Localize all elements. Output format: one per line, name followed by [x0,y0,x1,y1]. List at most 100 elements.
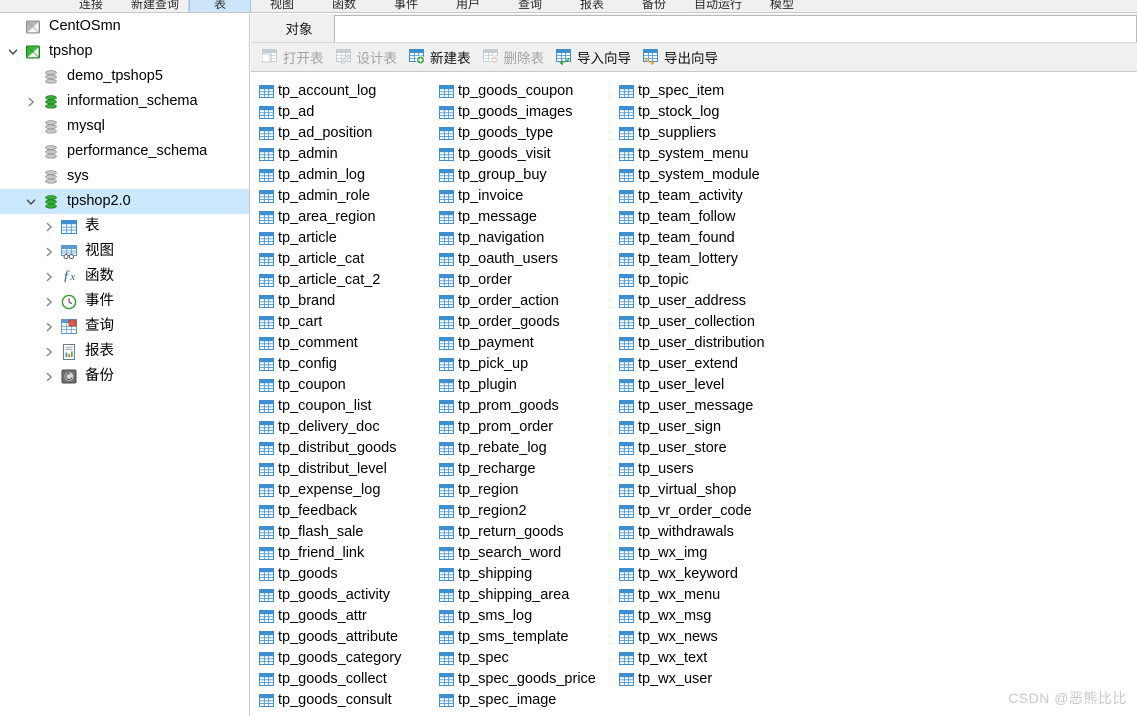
table-list-item[interactable]: tp_article_cat [257,249,437,270]
table-list-item[interactable]: tp_plugin [437,375,617,396]
main-toolbar-item-0[interactable]: 连接 [60,0,122,12]
table-list-item[interactable]: tp_rebate_log [437,438,617,459]
table-list-item[interactable]: tp_account_log [257,81,437,102]
table-list-item[interactable]: tp_system_menu [617,144,797,165]
table-list-item[interactable]: tp_article_cat_2 [257,270,437,291]
tree-item-performance_schema[interactable]: performance_schema [0,139,249,164]
table-list-item[interactable]: tp_ad [257,102,437,123]
table-list-item[interactable]: tp_user_message [617,396,797,417]
tree-item--[interactable]: 事件 [0,289,249,314]
table-list-item[interactable]: tp_user_sign [617,417,797,438]
table-list-item[interactable]: tp_topic [617,270,797,291]
table-list-item[interactable]: tp_invoice [437,186,617,207]
table-list-item[interactable]: tp_team_follow [617,207,797,228]
table-list-item[interactable]: tp_prom_goods [437,396,617,417]
main-toolbar-item-3[interactable]: 视图 [251,0,313,12]
table-list-item[interactable]: tp_users [617,459,797,480]
table-list-item[interactable]: tp_spec_item [617,81,797,102]
table-list-item[interactable]: tp_recharge [437,459,617,480]
table-list-item[interactable]: tp_spec_image [437,690,617,711]
table-list-item[interactable]: tp_goods_consult [257,690,437,711]
chevron-right-icon[interactable] [40,239,58,264]
table-list-item[interactable]: tp_distribut_level [257,459,437,480]
table-list-item[interactable]: tp_system_module [617,165,797,186]
main-toolbar-item-5[interactable]: 事件 [375,0,437,12]
import-wizard-button[interactable]: 导入向导 [551,45,636,69]
table-list-item[interactable]: tp_friend_link [257,543,437,564]
chevron-down-icon[interactable] [4,39,22,64]
table-list-item[interactable]: tp_goods_attribute [257,627,437,648]
connection-tree-sidebar[interactable]: CentOSmn tpshop demo_tpshop5 information_sc… [0,14,250,716]
tab-objects[interactable]: 对象 [268,14,330,42]
main-toolbar-item-7[interactable]: 查询 [499,0,561,12]
table-list-item[interactable]: tp_order_action [437,291,617,312]
table-list-item[interactable]: tp_team_lottery [617,249,797,270]
main-toolbar-item-2[interactable]: 表 [189,0,252,12]
table-list-item[interactable]: tp_feedback [257,501,437,522]
table-list-item[interactable]: tp_user_address [617,291,797,312]
table-list-item[interactable]: tp_admin_log [257,165,437,186]
table-list-item[interactable]: tp_user_distribution [617,333,797,354]
table-list-item[interactable]: tp_region [437,480,617,501]
table-list-item[interactable]: tp_prom_order [437,417,617,438]
table-list-item[interactable]: tp_area_region [257,207,437,228]
main-toolbar-item-10[interactable]: 自动运行 [685,0,751,12]
table-list-item[interactable]: tp_return_goods [437,522,617,543]
table-list-item[interactable]: tp_comment [257,333,437,354]
object-table-list[interactable]: tp_account_log tp_ad tp_ad_position tp_admi… [251,75,1137,716]
table-list-item[interactable]: tp_order_goods [437,312,617,333]
table-list-item[interactable]: tp_team_found [617,228,797,249]
table-list-item[interactable]: tp_goods_collect [257,669,437,690]
object-search-input[interactable] [335,16,1136,42]
table-list-item[interactable]: tp_wx_news [617,627,797,648]
table-list-item[interactable]: tp_suppliers [617,123,797,144]
table-list-item[interactable]: tp_article [257,228,437,249]
tree-item--[interactable]: 表 [0,214,249,239]
table-list-item[interactable]: tp_order [437,270,617,291]
chevron-right-icon[interactable] [40,314,58,339]
table-list-item[interactable]: tp_expense_log [257,480,437,501]
chevron-right-icon[interactable] [40,264,58,289]
table-list-item[interactable]: tp_group_buy [437,165,617,186]
table-list-item[interactable]: tp_goods_category [257,648,437,669]
table-list-item[interactable]: tp_goods [257,564,437,585]
table-list-item[interactable]: tp_config [257,354,437,375]
table-list-item[interactable]: tp_spec [437,648,617,669]
main-toolbar-item-9[interactable]: 备份 [623,0,685,12]
table-list-item[interactable]: tp_ad_position [257,123,437,144]
table-list-item[interactable]: tp_coupon_list [257,396,437,417]
table-list-item[interactable]: tp_shipping [437,564,617,585]
table-list-item[interactable]: tp_user_extend [617,354,797,375]
table-list-item[interactable]: tp_shipping_area [437,585,617,606]
chevron-right-icon[interactable] [40,339,58,364]
new-table-button[interactable]: 新建表 [404,45,476,69]
tree-item-centosmn[interactable]: CentOSmn [0,14,249,39]
table-list-item[interactable]: tp_goods_images [437,102,617,123]
object-search-box[interactable] [334,15,1137,42]
table-list-item[interactable]: tp_payment [437,333,617,354]
chevron-right-icon[interactable] [40,214,58,239]
table-list-item[interactable]: tp_user_collection [617,312,797,333]
table-list-item[interactable]: tp_wx_msg [617,606,797,627]
table-list-item[interactable]: tp_wx_text [617,648,797,669]
table-list-item[interactable]: tp_virtual_shop [617,480,797,501]
main-toolbar-item-1[interactable]: 新建查询 [122,0,188,12]
table-list-item[interactable]: tp_wx_img [617,543,797,564]
table-list-item[interactable]: tp_oauth_users [437,249,617,270]
table-list-item[interactable]: tp_vr_order_code [617,501,797,522]
tree-item--[interactable]: 报表 [0,339,249,364]
table-list-item[interactable]: tp_distribut_goods [257,438,437,459]
tree-item-tpshop[interactable]: tpshop [0,39,249,64]
main-toolbar-item-8[interactable]: 报表 [561,0,623,12]
table-list-item[interactable]: tp_team_activity [617,186,797,207]
table-list-item[interactable]: tp_cart [257,312,437,333]
table-list-item[interactable]: tp_message [437,207,617,228]
table-list-item[interactable]: tp_navigation [437,228,617,249]
table-list-item[interactable]: tp_user_level [617,375,797,396]
table-list-item[interactable]: tp_goods_visit [437,144,617,165]
chevron-right-icon[interactable] [22,89,40,114]
tree-item--[interactable]: 视图 [0,239,249,264]
table-list-item[interactable]: tp_admin_role [257,186,437,207]
main-toolbar-item-11[interactable]: 模型 [751,0,813,12]
table-list-item[interactable]: tp_spec_goods_price [437,669,617,690]
